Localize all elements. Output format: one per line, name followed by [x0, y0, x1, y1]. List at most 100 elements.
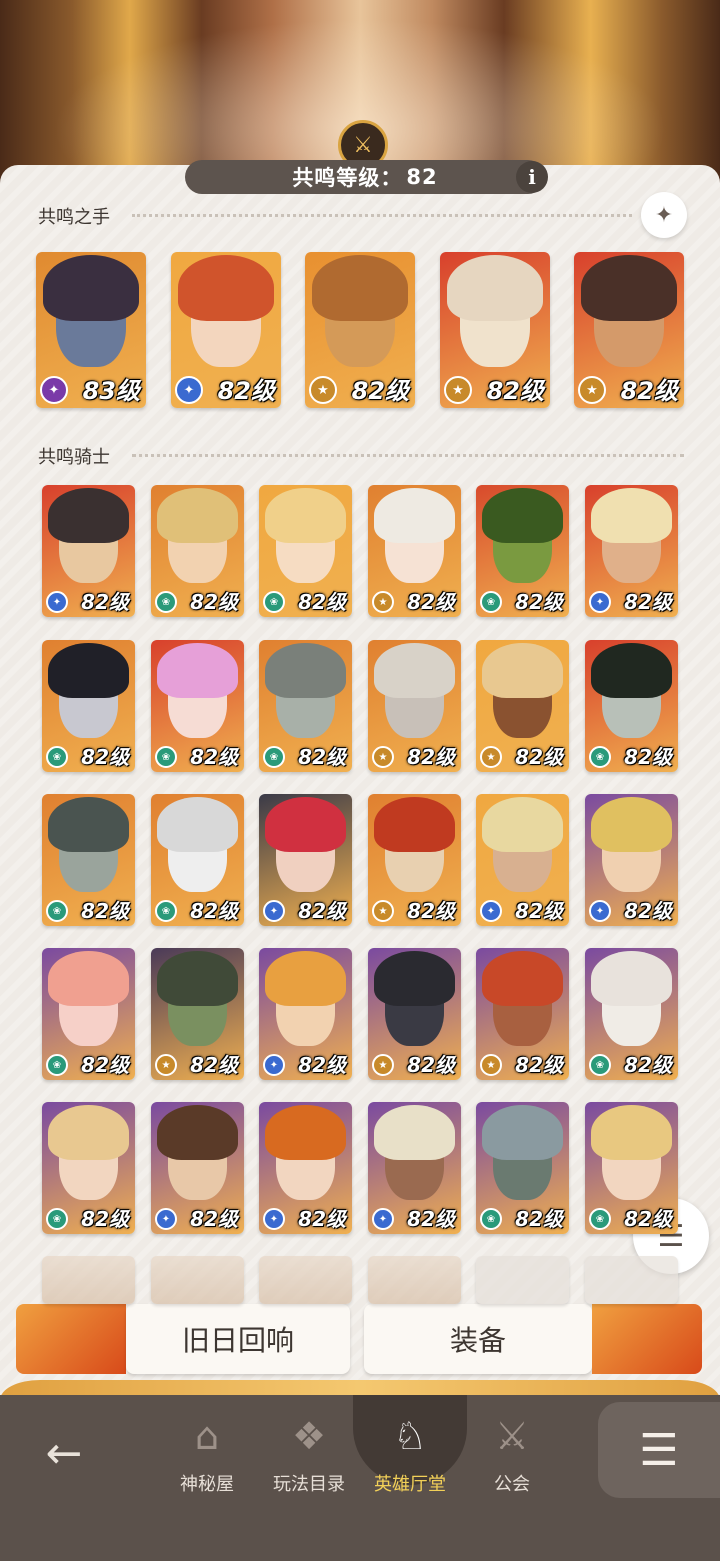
- faction-blue-icon: ✦: [372, 1208, 394, 1230]
- knight-hero-card[interactable]: ★ 82级: [476, 640, 569, 772]
- faction-gold-icon: ★: [480, 746, 502, 768]
- faded-hero-card: [368, 1256, 461, 1304]
- hero-hair: [156, 487, 239, 544]
- hero-level: 82级: [515, 1207, 563, 1231]
- hand-hero-card[interactable]: ★ 82级: [440, 252, 550, 408]
- knight-hero-card[interactable]: ✦ 82级: [368, 1102, 461, 1234]
- hero-level: 82级: [81, 1207, 129, 1231]
- hero-level: 82级: [298, 590, 346, 614]
- knight-hero-card[interactable]: ❀ 82级: [585, 948, 678, 1080]
- hero-level: 82级: [624, 590, 672, 614]
- knight-hero-card[interactable]: ❀ 82级: [585, 1102, 678, 1234]
- faction-teal-icon: ❀: [155, 746, 177, 768]
- faction-teal-icon: ❀: [480, 1208, 502, 1230]
- faction-blue-icon: ✦: [480, 900, 502, 922]
- hero-level: 82级: [190, 745, 238, 769]
- nav-item-mystery-house[interactable]: ⌂ 神秘屋: [157, 1408, 257, 1508]
- knight-hero-card[interactable]: ✦ 82级: [42, 485, 135, 617]
- resonance-level-pill: 共鸣等级： 82: [185, 160, 545, 194]
- hand-hero-card[interactable]: ✦ 83级: [36, 252, 146, 408]
- faded-hero-card: [585, 1256, 678, 1304]
- hero-hair: [481, 642, 564, 699]
- resonance-level-label: 共鸣等级：: [292, 166, 403, 190]
- hero-hair: [481, 796, 564, 853]
- hand-hero-card[interactable]: ✦ 82级: [171, 252, 281, 408]
- faction-teal-icon: ❀: [263, 746, 285, 768]
- knight-hero-card[interactable]: ★ 82级: [476, 948, 569, 1080]
- knight-hero-card[interactable]: ❀ 82级: [151, 485, 244, 617]
- knight-hero-card[interactable]: ❀ 82级: [42, 794, 135, 926]
- knight-hero-card[interactable]: ❀ 82级: [42, 1102, 135, 1234]
- hero-hair: [156, 642, 239, 699]
- knight-hero-card[interactable]: ★ 82级: [151, 948, 244, 1080]
- hero-level: 82级: [407, 745, 455, 769]
- bird-icon-button[interactable]: ✦: [641, 192, 687, 238]
- section-divider: [132, 214, 632, 217]
- equipment-emblem-icon: [592, 1304, 702, 1374]
- knight-hero-card[interactable]: ❀ 82级: [259, 640, 352, 772]
- faction-gold-icon: ★: [372, 746, 394, 768]
- knight-hero-card[interactable]: ❀ 82级: [476, 1102, 569, 1234]
- hero-hair: [264, 950, 347, 1007]
- info-button[interactable]: i: [516, 161, 548, 193]
- knight-hero-card[interactable]: ✦ 82级: [259, 1102, 352, 1234]
- hero-level: 82级: [81, 1053, 129, 1077]
- hero-hair: [373, 642, 456, 699]
- hero-hair: [47, 796, 130, 853]
- knight-hero-card[interactable]: ❀ 82级: [42, 640, 135, 772]
- hero-hair: [481, 1104, 564, 1161]
- knight-hero-card[interactable]: ❀ 82级: [42, 948, 135, 1080]
- faction-purple-icon: ✦: [40, 376, 68, 404]
- knights-section-title: 共鸣骑士: [38, 447, 110, 468]
- hero-level: 82级: [624, 1207, 672, 1231]
- knight-hero-card[interactable]: ★ 82级: [368, 794, 461, 926]
- knight-hero-card[interactable]: ❀ 82级: [259, 485, 352, 617]
- faction-teal-icon: ❀: [589, 746, 611, 768]
- hero-level: 83级: [82, 377, 140, 405]
- knight-hero-card[interactable]: ✦ 82级: [585, 794, 678, 926]
- faction-blue-icon: ✦: [46, 591, 68, 613]
- knight-hero-card[interactable]: ✦ 82级: [151, 1102, 244, 1234]
- echo-button-label: 旧日回响: [181, 1324, 294, 1357]
- bird-icon: ✦: [654, 202, 674, 228]
- faction-blue-icon: ✦: [589, 900, 611, 922]
- hero-hair: [47, 1104, 130, 1161]
- faction-gold-icon: ★: [372, 1054, 394, 1076]
- hero-level: 82级: [515, 1053, 563, 1077]
- back-arrow-icon[interactable]: ←: [36, 1428, 92, 1479]
- knight-hero-card[interactable]: ❀ 82级: [476, 485, 569, 617]
- echo-button[interactable]: 旧日回响: [126, 1304, 350, 1374]
- nav-label: 英雄厅堂: [374, 1474, 446, 1495]
- hero-level: 82级: [624, 745, 672, 769]
- hero-hair: [156, 950, 239, 1007]
- faction-gold-icon: ★: [372, 900, 394, 922]
- hero-level: 82级: [407, 1053, 455, 1077]
- nav-item-guild[interactable]: ⚔ 公会: [462, 1408, 562, 1508]
- nav-item-hero-hall[interactable]: ♘ 英雄厅堂: [360, 1408, 460, 1508]
- equipment-button[interactable]: 装备: [364, 1304, 592, 1374]
- knight-hero-card[interactable]: ★ 82级: [368, 948, 461, 1080]
- knight-hero-card[interactable]: ❀ 82级: [585, 640, 678, 772]
- faded-hero-card: [259, 1256, 352, 1304]
- knight-hero-card[interactable]: ✦ 82级: [476, 794, 569, 926]
- knight-hero-card[interactable]: ✦ 82级: [259, 948, 352, 1080]
- knight-hero-card[interactable]: ✦ 82级: [585, 485, 678, 617]
- nav-item-catalog[interactable]: ❖ 玩法目录: [259, 1408, 359, 1508]
- menu-button[interactable]: ☰: [598, 1402, 720, 1498]
- hero-hair: [373, 796, 456, 853]
- knight-hero-card[interactable]: ★ 82级: [368, 485, 461, 617]
- knight-hero-card[interactable]: ✦ 82级: [259, 794, 352, 926]
- faction-teal-icon: ❀: [480, 591, 502, 613]
- knight-hero-card[interactable]: ❀ 82级: [151, 640, 244, 772]
- hero-level: 82级: [298, 745, 346, 769]
- hero-hair: [47, 487, 130, 544]
- hero-hair: [580, 255, 678, 321]
- faction-teal-icon: ❀: [589, 1054, 611, 1076]
- hand-hero-card[interactable]: ★ 82级: [574, 252, 684, 408]
- faction-blue-icon: ✦: [155, 1208, 177, 1230]
- faction-gold-icon: ★: [444, 376, 472, 404]
- faction-gold-icon: ★: [372, 591, 394, 613]
- hand-hero-card[interactable]: ★ 82级: [305, 252, 415, 408]
- knight-hero-card[interactable]: ★ 82级: [368, 640, 461, 772]
- knight-hero-card[interactable]: ❀ 82级: [151, 794, 244, 926]
